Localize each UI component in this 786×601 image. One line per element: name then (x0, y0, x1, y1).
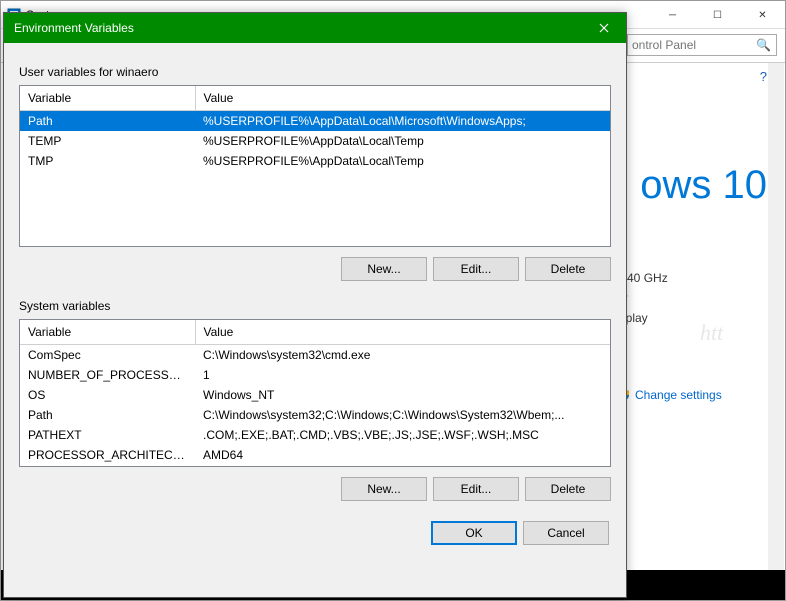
user-new-button[interactable]: New... (341, 257, 427, 281)
env-titlebar: Environment Variables (4, 13, 626, 43)
table-row[interactable]: TEMP%USERPROFILE%\AppData\Local\Temp (20, 131, 610, 151)
sys-edit-button[interactable]: Edit... (433, 477, 519, 501)
table-row[interactable]: ComSpecC:\Windows\system32\cmd.exe (20, 344, 610, 365)
var-value: Intel64 Family 6 Model 60 Stepping 3, Ge… (195, 465, 610, 468)
env-title: Environment Variables (14, 21, 134, 35)
user-vars-table[interactable]: Variable Value Path%USERPROFILE%\AppData… (19, 85, 611, 247)
col-header-variable[interactable]: Variable (20, 86, 195, 110)
user-vars-label: User variables for winaero (19, 65, 611, 79)
var-name: PATHEXT (20, 425, 195, 445)
var-name: Path (20, 405, 195, 425)
spec-line: isplay (617, 308, 767, 328)
col-header-variable[interactable]: Variable (20, 320, 195, 344)
var-value: %USERPROFILE%\AppData\Local\Temp (195, 131, 610, 151)
table-row[interactable]: PathC:\Windows\system32;C:\Windows;C:\Wi… (20, 405, 610, 425)
table-row[interactable]: Path%USERPROFILE%\AppData\Local\Microsof… (20, 110, 610, 131)
var-name: PROCESSOR_IDENTIFIER (20, 465, 195, 468)
var-value: Windows_NT (195, 385, 610, 405)
var-name: Path (20, 110, 195, 131)
ok-button[interactable]: OK (431, 521, 517, 545)
var-value: 1 (195, 365, 610, 385)
maximize-button[interactable]: ☐ (695, 1, 740, 29)
var-name: PROCESSOR_ARCHITECTURE (20, 445, 195, 465)
change-settings-link[interactable]: Change settings (617, 388, 767, 402)
close-button[interactable]: ✕ (740, 1, 785, 29)
table-row[interactable]: OSWindows_NT (20, 385, 610, 405)
sys-new-button[interactable]: New... (341, 477, 427, 501)
cancel-button[interactable]: Cancel (523, 521, 609, 545)
user-edit-button[interactable]: Edit... (433, 257, 519, 281)
var-value: %USERPROFILE%\AppData\Local\Microsoft\Wi… (195, 110, 610, 131)
help-icon[interactable]: ? (760, 69, 767, 84)
var-value: C:\Windows\system32;C:\Windows;C:\Window… (195, 405, 610, 425)
table-row[interactable]: TMP%USERPROFILE%\AppData\Local\Temp (20, 151, 610, 171)
system-specs: 3.40 GHz or isplay (617, 268, 767, 328)
system-vars-table[interactable]: Variable Value ComSpecC:\Windows\system3… (19, 319, 611, 467)
user-delete-button[interactable]: Delete (525, 257, 611, 281)
var-name: ComSpec (20, 344, 195, 365)
var-value: C:\Windows\system32\cmd.exe (195, 344, 610, 365)
system-vars-label: System variables (19, 299, 611, 313)
env-dialog: Environment Variables User variables for… (3, 12, 627, 598)
spec-line: or (617, 288, 767, 308)
windows10-logo-text: ows 10 (617, 163, 767, 208)
minimize-button[interactable]: ─ (650, 1, 695, 29)
table-row[interactable]: NUMBER_OF_PROCESSORS1 (20, 365, 610, 385)
var-name: TEMP (20, 131, 195, 151)
var-value: .COM;.EXE;.BAT;.CMD;.VBS;.VBE;.JS;.JSE;.… (195, 425, 610, 445)
table-row[interactable]: PATHEXT.COM;.EXE;.BAT;.CMD;.VBS;.VBE;.JS… (20, 425, 610, 445)
sys-delete-button[interactable]: Delete (525, 477, 611, 501)
table-row[interactable]: PROCESSOR_IDENTIFIERIntel64 Family 6 Mod… (20, 465, 610, 468)
col-header-value[interactable]: Value (195, 320, 610, 344)
var-name: TMP (20, 151, 195, 171)
scrollbar[interactable] (768, 63, 784, 599)
var-value: %USERPROFILE%\AppData\Local\Temp (195, 151, 610, 171)
change-settings-label: Change settings (635, 388, 722, 402)
search-icon: 🔍 (756, 38, 771, 52)
env-close-button[interactable] (582, 13, 626, 43)
search-input[interactable] (627, 34, 777, 56)
var-name: NUMBER_OF_PROCESSORS (20, 365, 195, 385)
spec-line: 3.40 GHz (617, 268, 767, 288)
col-header-value[interactable]: Value (195, 86, 610, 110)
var-value: AMD64 (195, 445, 610, 465)
var-name: OS (20, 385, 195, 405)
table-row[interactable]: PROCESSOR_ARCHITECTUREAMD64 (20, 445, 610, 465)
